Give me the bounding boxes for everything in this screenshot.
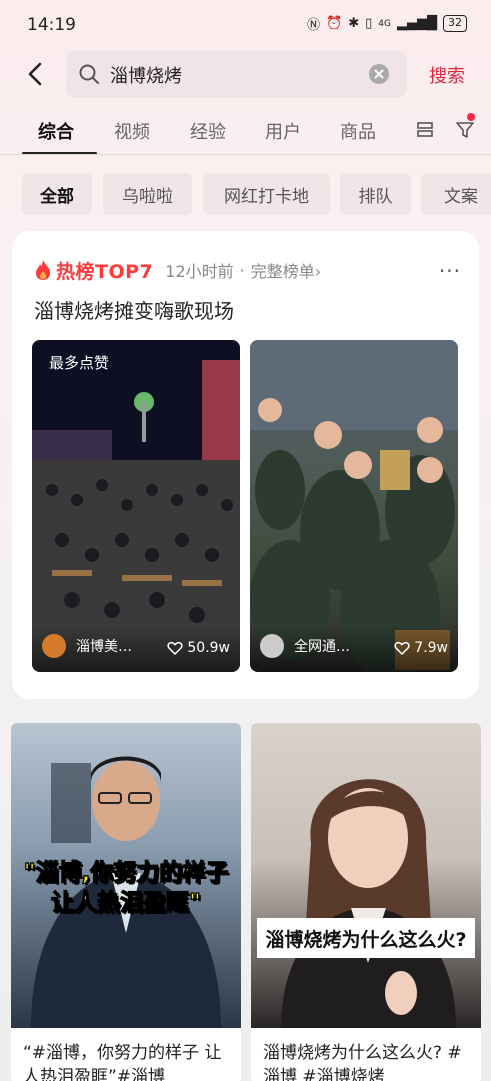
result-feed: "淄博,你努力的样子 让人热泪盈眶" “#淄博，你努力的样子 让人热泪盈眶”#淄… [0, 717, 491, 1081]
hot-media-left[interactable]: 最多点赞 淄博美… 50.9w [32, 340, 240, 672]
hot-header: 热榜TOP7 12小时前 · 完整榜单› [34, 257, 321, 283]
nfc-icon: Ⓝ [307, 18, 321, 33]
layout-toggle-icon[interactable] [416, 120, 436, 140]
filter-icon[interactable] [454, 119, 476, 141]
filter-notification-dot [467, 113, 475, 121]
battery-icon: 32 [443, 15, 467, 32]
hot-separator: · [239, 260, 245, 280]
chip-wulala[interactable]: 乌啦啦 [103, 173, 192, 215]
heart-icon [167, 641, 183, 656]
crowd-seated-image [250, 340, 458, 672]
video-thumbnail: 淄博烧烤为什么这么火? [251, 723, 481, 1028]
avatar [260, 634, 284, 658]
tab-video[interactable]: 视频 [114, 118, 150, 144]
presenter-image [281, 779, 456, 1028]
heart-icon [394, 641, 410, 656]
avatar [42, 634, 66, 658]
back-icon[interactable] [22, 60, 50, 88]
chip-queue[interactable]: 排队 [340, 173, 411, 215]
tab-all[interactable]: 综合 [38, 118, 74, 144]
search-query: 淄博烧烤 [110, 66, 182, 87]
hot-headline[interactable]: 淄博烧烤摊变嗨歌现场 [34, 295, 234, 324]
hot-list-time: 12小时前 [165, 262, 234, 281]
like-count[interactable]: 50.9w [167, 640, 230, 656]
hot-list-badge: 热榜TOP7 [56, 260, 154, 283]
alarm-icon: ⏰ [326, 16, 343, 31]
vibrate-icon: ▯ [365, 16, 373, 31]
tab-experience[interactable]: 经验 [190, 118, 226, 144]
signal-icon: ▂▄▆█ [397, 16, 437, 31]
status-time: 14:19 [27, 15, 76, 35]
author-name: 全网通… [294, 639, 350, 655]
chip-checkin-spot[interactable]: 网红打卡地 [203, 173, 330, 215]
video-caption-overlay: "淄博,你努力的样子 让人热泪盈眶" [23, 859, 229, 916]
author-name: 淄博美… [76, 639, 132, 655]
search-input[interactable]: 淄博烧烤 [66, 50, 407, 98]
chip-copywriting[interactable]: 文案 [421, 173, 491, 215]
like-count-value: 50.9w [187, 640, 230, 656]
like-count-value: 7.9w [414, 640, 448, 656]
video-caption-overlay: 淄博烧烤为什么这么火? [257, 918, 475, 958]
search-button[interactable]: 搜索 [429, 62, 465, 88]
search-row: 淄博烧烤 搜索 [0, 50, 491, 98]
chevron-right-icon: › [314, 262, 322, 281]
night-crowd-image [32, 340, 240, 672]
full-list-link[interactable]: 完整榜单› [251, 258, 321, 282]
network-label: 4G [378, 18, 391, 29]
video-thumbnail: "淄博,你努力的样子 让人热泪盈眶" [11, 723, 241, 1028]
filter-chips: 全部 乌啦啦 网红打卡地 排队 文案 [0, 173, 491, 215]
fire-icon [36, 260, 50, 280]
full-list-label: 完整榜单 [250, 262, 315, 281]
tab-products[interactable]: 商品 [340, 118, 376, 144]
hot-list-card[interactable]: 热榜TOP7 12小时前 · 完整榜单› ··· 淄博烧烤摊变嗨歌现场 最多点赞… [12, 231, 479, 699]
clear-icon[interactable] [369, 64, 389, 84]
tab-users[interactable]: 用户 [265, 118, 301, 144]
chip-all[interactable]: 全部 [22, 173, 92, 215]
feed-card-title: “#淄博，你努力的样子 让人热泪盈眶”#淄博 [23, 1043, 222, 1081]
feed-card[interactable]: 淄博烧烤为什么这么火? 淄博烧烤为什么这么火? #淄博 #淄博烧烤 [251, 723, 481, 1081]
bluetooth-icon: ✱ [348, 16, 360, 31]
search-icon [79, 64, 99, 84]
most-liked-badge: 最多点赞 [49, 354, 110, 372]
feed-card[interactable]: "淄博,你努力的样子 让人热泪盈眶" “#淄博，你努力的样子 让人热泪盈眶”#淄… [11, 723, 241, 1081]
more-options-icon[interactable]: ··· [439, 259, 461, 283]
status-icons: Ⓝ ⏰ ✱ ▯ 4G ▂▄▆█ 32 [307, 14, 467, 33]
tabs-divider [0, 154, 491, 155]
feed-card-title: 淄博烧烤为什么这么火? #淄博 #淄博烧烤 [263, 1043, 462, 1081]
tab-bar: 综合 视频 经验 用户 商品 [0, 110, 491, 156]
like-count[interactable]: 7.9w [394, 640, 448, 656]
hot-media-right[interactable]: 全网通… 7.9w [250, 340, 458, 672]
status-bar: 14:19 Ⓝ ⏰ ✱ ▯ 4G ▂▄▆█ 32 [0, 0, 491, 48]
